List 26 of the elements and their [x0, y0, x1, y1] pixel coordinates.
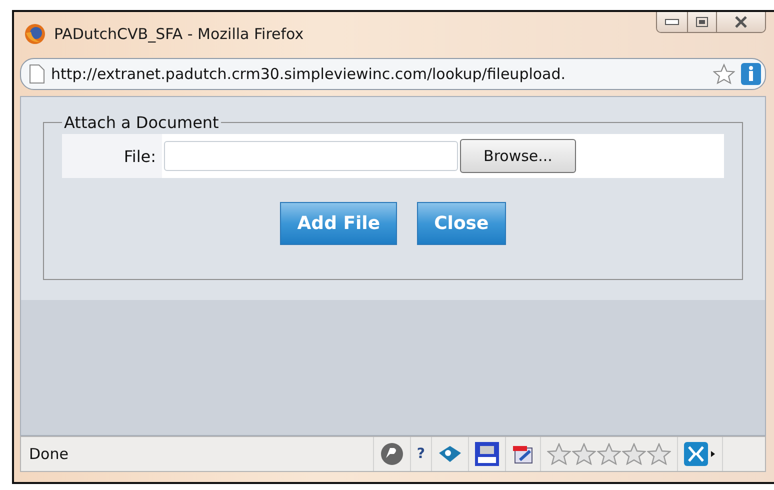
status-text: Done — [28, 445, 70, 463]
browse-button[interactable]: Browse... — [460, 139, 576, 173]
close-button[interactable] — [716, 12, 765, 32]
file-label: File: — [62, 134, 162, 178]
address-bar[interactable]: http://extranet.padutch.crm30.simpleviewinc.com/lookup/fileupload. — [20, 58, 766, 90]
info-icon[interactable] — [741, 63, 761, 85]
page-icon — [29, 64, 45, 84]
file-input-field[interactable] — [164, 141, 458, 171]
close-icon — [734, 16, 748, 28]
star-bookmark-icon[interactable] — [713, 63, 735, 85]
edit-icon[interactable] — [512, 443, 534, 465]
browser-logo-icon — [24, 23, 46, 45]
minimize-icon — [665, 19, 679, 25]
star-icon[interactable] — [547, 443, 571, 465]
rating-stars[interactable] — [547, 443, 671, 465]
star-icon[interactable] — [597, 443, 621, 465]
group-legend: Attach a Document — [62, 113, 221, 132]
maximize-icon — [696, 17, 708, 27]
star-icon[interactable] — [572, 443, 596, 465]
help-icon[interactable]: ? — [416, 446, 425, 462]
window-title: PADutchCVB_SFA - Mozilla Firefox — [54, 25, 304, 43]
star-icon[interactable] — [622, 443, 646, 465]
tools-icon[interactable] — [684, 442, 716, 466]
star-icon[interactable] — [647, 443, 671, 465]
minimize-button[interactable] — [657, 12, 687, 32]
maximize-button[interactable] — [687, 12, 716, 32]
